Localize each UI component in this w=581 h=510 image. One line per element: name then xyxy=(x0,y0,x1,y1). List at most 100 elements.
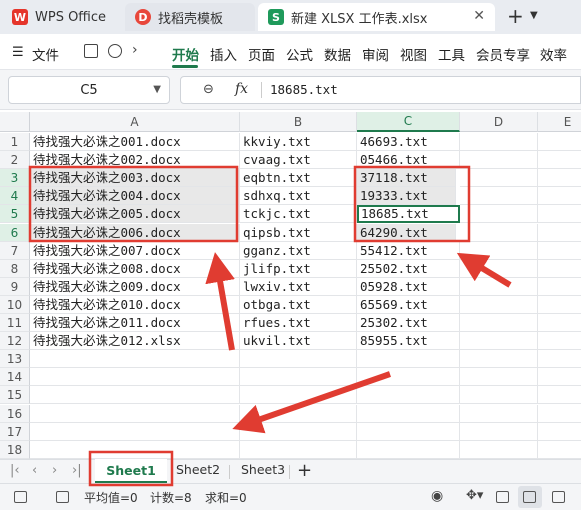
menu-data[interactable]: 数据 xyxy=(324,44,351,64)
sheet-tab-sheet1[interactable]: Sheet1 xyxy=(95,459,167,483)
cell-d16[interactable] xyxy=(460,405,538,423)
tab-docer-templates[interactable]: D 找稻壳模板 xyxy=(125,3,255,31)
menu-formula[interactable]: 公式 xyxy=(286,44,313,64)
cell-e18[interactable] xyxy=(538,441,581,459)
cell-b9[interactable]: lwxiv.txt xyxy=(240,278,357,296)
row-header[interactable]: 4 xyxy=(0,187,30,205)
cell-a18[interactable] xyxy=(30,441,240,459)
cell-c18[interactable] xyxy=(357,441,460,459)
cell-d5[interactable] xyxy=(460,205,538,223)
row-header[interactable]: 8 xyxy=(0,260,30,278)
menu-view[interactable]: 视图 xyxy=(400,44,427,64)
cell-e10[interactable] xyxy=(538,296,581,314)
cell-a2[interactable]: 待找强大必诛之002.docx xyxy=(30,151,240,169)
cell-c10[interactable]: 65569.txt xyxy=(357,296,460,314)
cell-c7[interactable]: 55412.txt xyxy=(357,242,460,260)
cell-b3[interactable]: eqbtn.txt xyxy=(240,169,357,187)
cell-e1[interactable] xyxy=(538,133,581,151)
cell-e8[interactable] xyxy=(538,260,581,278)
more-chevron-icon[interactable]: › xyxy=(132,42,138,58)
add-sheet-icon[interactable]: + xyxy=(297,460,312,481)
next-sheet-icon[interactable]: › xyxy=(52,463,57,478)
cell-d14[interactable] xyxy=(460,368,538,386)
menu-tools[interactable]: 工具 xyxy=(438,44,465,64)
cell-e15[interactable] xyxy=(538,386,581,404)
cell-b11[interactable]: rfues.txt xyxy=(240,314,357,332)
cell-b7[interactable]: gganz.txt xyxy=(240,242,357,260)
history-icon[interactable] xyxy=(108,44,122,58)
cell-c2[interactable]: 05466.txt xyxy=(357,151,460,169)
cell-b6[interactable]: qipsb.txt xyxy=(240,224,357,242)
cell-a1[interactable]: 待找强大必诛之001.docx xyxy=(30,133,240,151)
first-sheet-icon[interactable]: |‹ xyxy=(10,463,20,478)
row-header[interactable]: 11 xyxy=(0,314,30,332)
cell-e16[interactable] xyxy=(538,405,581,423)
cell-d15[interactable] xyxy=(460,386,538,404)
cell-c6[interactable]: 64290.txt xyxy=(357,224,456,242)
cell-e13[interactable] xyxy=(538,350,581,368)
new-tab-icon[interactable]: + xyxy=(507,6,524,26)
cell-d17[interactable] xyxy=(460,423,538,441)
spreadsheet-grid[interactable]: A B C D E 1 待找强大必诛之001.docx kkviy.txt 46693.txt 2… xyxy=(0,112,581,459)
cell-a12[interactable]: 待找强大必诛之012.xlsx xyxy=(30,332,240,350)
cell-b4[interactable]: sdhxq.txt xyxy=(240,187,357,205)
tab-wps-office[interactable]: W WPS Office xyxy=(2,3,120,31)
cell-d8[interactable] xyxy=(460,260,538,278)
cell-b13[interactable] xyxy=(240,350,357,368)
cell-b16[interactable] xyxy=(240,405,357,423)
cell-a5[interactable]: 待找强大必诛之005.docx xyxy=(30,205,240,223)
cell-c4[interactable]: 19333.txt xyxy=(357,187,456,205)
sheet-tab-sheet3[interactable]: Sheet3 xyxy=(241,462,285,477)
cell-c15[interactable] xyxy=(357,386,460,404)
cell-d13[interactable] xyxy=(460,350,538,368)
cell-e2[interactable] xyxy=(538,151,581,169)
menu-insert[interactable]: 插入 xyxy=(210,44,237,64)
close-tab-icon[interactable]: ✕ xyxy=(473,8,485,24)
cell-c17[interactable] xyxy=(357,423,460,441)
cell-c8[interactable]: 25502.txt xyxy=(357,260,460,278)
column-header-a[interactable]: A xyxy=(30,112,240,132)
row-header[interactable]: 12 xyxy=(0,332,30,350)
cell-d3[interactable] xyxy=(460,169,538,187)
row-header[interactable]: 2 xyxy=(0,151,30,169)
formula-value[interactable]: 18685.txt xyxy=(270,82,338,97)
cell-c12[interactable]: 85955.txt xyxy=(357,332,460,350)
cell-e4[interactable] xyxy=(538,187,581,205)
cell-c11[interactable]: 25302.txt xyxy=(357,314,460,332)
row-header[interactable]: 14 xyxy=(0,368,30,386)
cell-a8[interactable]: 待找强大必诛之008.docx xyxy=(30,260,240,278)
cell-c16[interactable] xyxy=(357,405,460,423)
cell-a14[interactable] xyxy=(30,368,240,386)
cell-d18[interactable] xyxy=(460,441,538,459)
cell-d9[interactable] xyxy=(460,278,538,296)
cell-d4[interactable] xyxy=(460,187,538,205)
cell-a9[interactable]: 待找强大必诛之009.docx xyxy=(30,278,240,296)
row-header[interactable]: 7 xyxy=(0,242,30,260)
row-header[interactable]: 3 xyxy=(0,169,30,187)
cell-d11[interactable] xyxy=(460,314,538,332)
cell-b10[interactable]: otbga.txt xyxy=(240,296,357,314)
cell-d1[interactable] xyxy=(460,133,538,151)
reading-view-icon[interactable] xyxy=(552,491,565,503)
cell-b17[interactable] xyxy=(240,423,357,441)
cell-e3[interactable] xyxy=(538,169,581,187)
prev-sheet-icon[interactable]: ‹ xyxy=(32,463,37,478)
row-header[interactable]: 9 xyxy=(0,278,30,296)
cell-a13[interactable] xyxy=(30,350,240,368)
menu-file[interactable]: 文件 xyxy=(32,44,59,64)
cell-e6[interactable] xyxy=(538,224,581,242)
normal-view-icon[interactable] xyxy=(496,491,509,503)
cell-b1[interactable]: kkviy.txt xyxy=(240,133,357,151)
cell-b14[interactable] xyxy=(240,368,357,386)
cell-b5[interactable]: tckjc.txt xyxy=(240,205,357,223)
cell-a16[interactable] xyxy=(30,405,240,423)
menu-page[interactable]: 页面 xyxy=(248,44,275,64)
cell-d6[interactable] xyxy=(460,224,538,242)
cell-b2[interactable]: cvaag.txt xyxy=(240,151,357,169)
chevron-down-icon[interactable]: ▼ xyxy=(530,10,538,21)
save-icon[interactable] xyxy=(84,44,98,58)
row-header[interactable]: 13 xyxy=(0,350,30,368)
row-header[interactable]: 15 xyxy=(0,386,30,404)
menu-home[interactable]: 开始 xyxy=(172,44,199,64)
column-header-d[interactable]: D xyxy=(460,112,538,132)
